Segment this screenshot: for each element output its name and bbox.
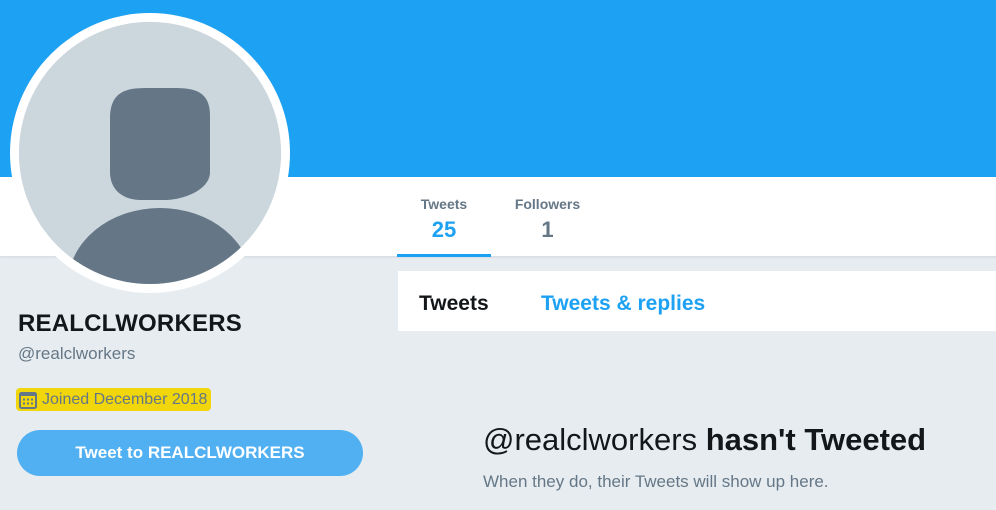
empty-state-handle: @realclworkers [483, 422, 698, 457]
avatar-silhouette [19, 22, 281, 284]
joined-date: Joined December 2018 [16, 388, 212, 411]
joined-date-text: Joined December 2018 [42, 390, 208, 408]
empty-state-subtext: When they do, their Tweets will show up … [483, 472, 829, 491]
profile-handle[interactable]: @realclworkers [18, 343, 135, 365]
stat-followers-label: Followers [514, 196, 581, 212]
stat-tweets[interactable]: Tweets 25 [397, 177, 491, 257]
profile-name: REALCLWORKERS [18, 310, 242, 337]
calendar-icon [19, 391, 37, 409]
tab-tweets[interactable]: Tweets [419, 291, 489, 317]
empty-state-heading: @realclworkers hasn't Tweeted [483, 420, 926, 460]
tab-tweets-and-replies[interactable]: Tweets & replies [541, 291, 705, 317]
avatar[interactable] [10, 13, 290, 293]
default-avatar-icon [19, 22, 281, 284]
stat-followers[interactable]: Followers 1 [500, 177, 595, 257]
timeline-tabs: Tweets Tweets & replies [398, 271, 996, 331]
stat-followers-value: 1 [541, 217, 554, 242]
empty-state-heading-text: hasn't Tweeted [705, 422, 927, 457]
stat-tweets-value: 25 [431, 217, 457, 242]
stat-tweets-label: Tweets [420, 196, 468, 212]
tweet-to-button[interactable]: Tweet to REALCLWORKERS [17, 430, 363, 476]
